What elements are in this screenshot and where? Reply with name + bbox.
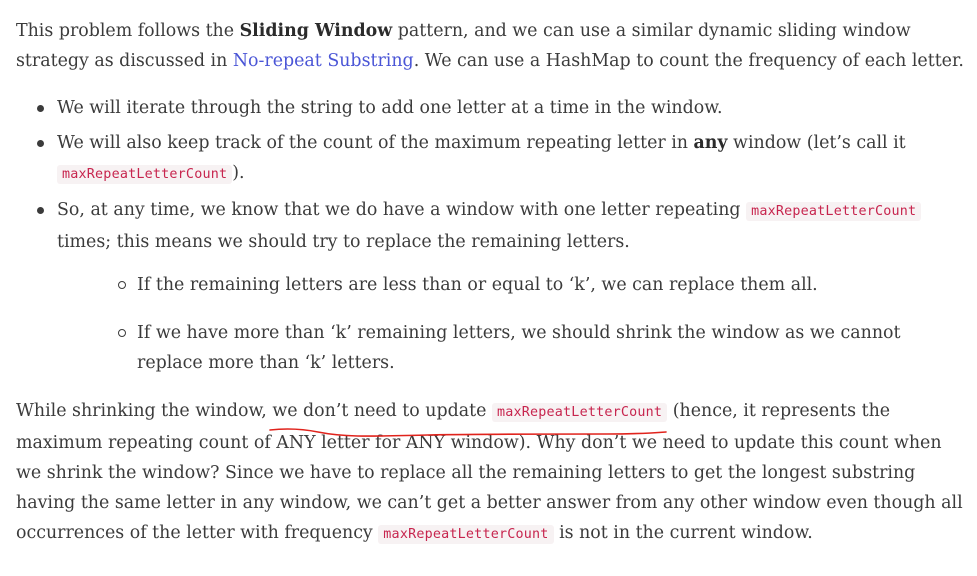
bullet-item-iterate: We will iterate through the string to ad…: [16, 93, 966, 123]
inline-code-max-repeat: maxRepeatLetterCount: [491, 403, 668, 422]
article-content: This problem follows the Sliding Window …: [16, 16, 966, 550]
bullet-text: ).: [232, 163, 245, 183]
bullet-item-track-count: We will also keep track of the count of …: [16, 128, 966, 190]
bullet-text: times; this means we should try to repla…: [57, 232, 630, 252]
paragraph-text: is not in the current window.: [553, 523, 813, 543]
inline-code-max-repeat: maxRepeatLetterCount: [378, 525, 554, 544]
bullet-text: So, at any time, we know that we do have…: [57, 200, 747, 220]
intro-text-end: . We can use a HashMap to count the freq…: [413, 51, 964, 71]
strategy-bullet-list: We will iterate through the string to ad…: [16, 93, 966, 378]
bullet-text: window (let’s call it: [727, 133, 906, 153]
bullet-item-replace: So, at any time, we know that we do have…: [16, 195, 966, 378]
sub-bullet-text: If the remaining letters are less than o…: [137, 275, 818, 295]
no-repeat-substring-link[interactable]: No-repeat Substring: [233, 51, 414, 71]
paragraph-text: (hence, it represents the maximum repeat…: [16, 401, 963, 543]
bullet-text: We will iterate through the string to ad…: [57, 98, 723, 118]
intro-text-start: This problem follows the: [16, 21, 240, 41]
sub-bullet-replace-all: If the remaining letters are less than o…: [57, 270, 966, 300]
intro-paragraph: This problem follows the Sliding Window …: [16, 16, 966, 76]
any-bold: any: [693, 133, 728, 153]
sub-bullet-text: If we have more than ‘k’ remaining lette…: [137, 323, 901, 373]
sub-bullet-list: If the remaining letters are less than o…: [57, 270, 966, 378]
bullet-text: We will also keep track of the count of …: [57, 133, 694, 153]
paragraph-text: While shrinking the window, we don’t nee…: [16, 401, 492, 421]
sub-bullet-shrink: If we have more than ‘k’ remaining lette…: [57, 318, 966, 378]
sliding-window-bold: Sliding Window: [239, 21, 393, 41]
inline-code-max-repeat: maxRepeatLetterCount: [746, 202, 922, 221]
inline-code-max-repeat: maxRepeatLetterCount: [57, 165, 233, 184]
shrinking-paragraph: While shrinking the window, we don’t nee…: [16, 396, 966, 550]
